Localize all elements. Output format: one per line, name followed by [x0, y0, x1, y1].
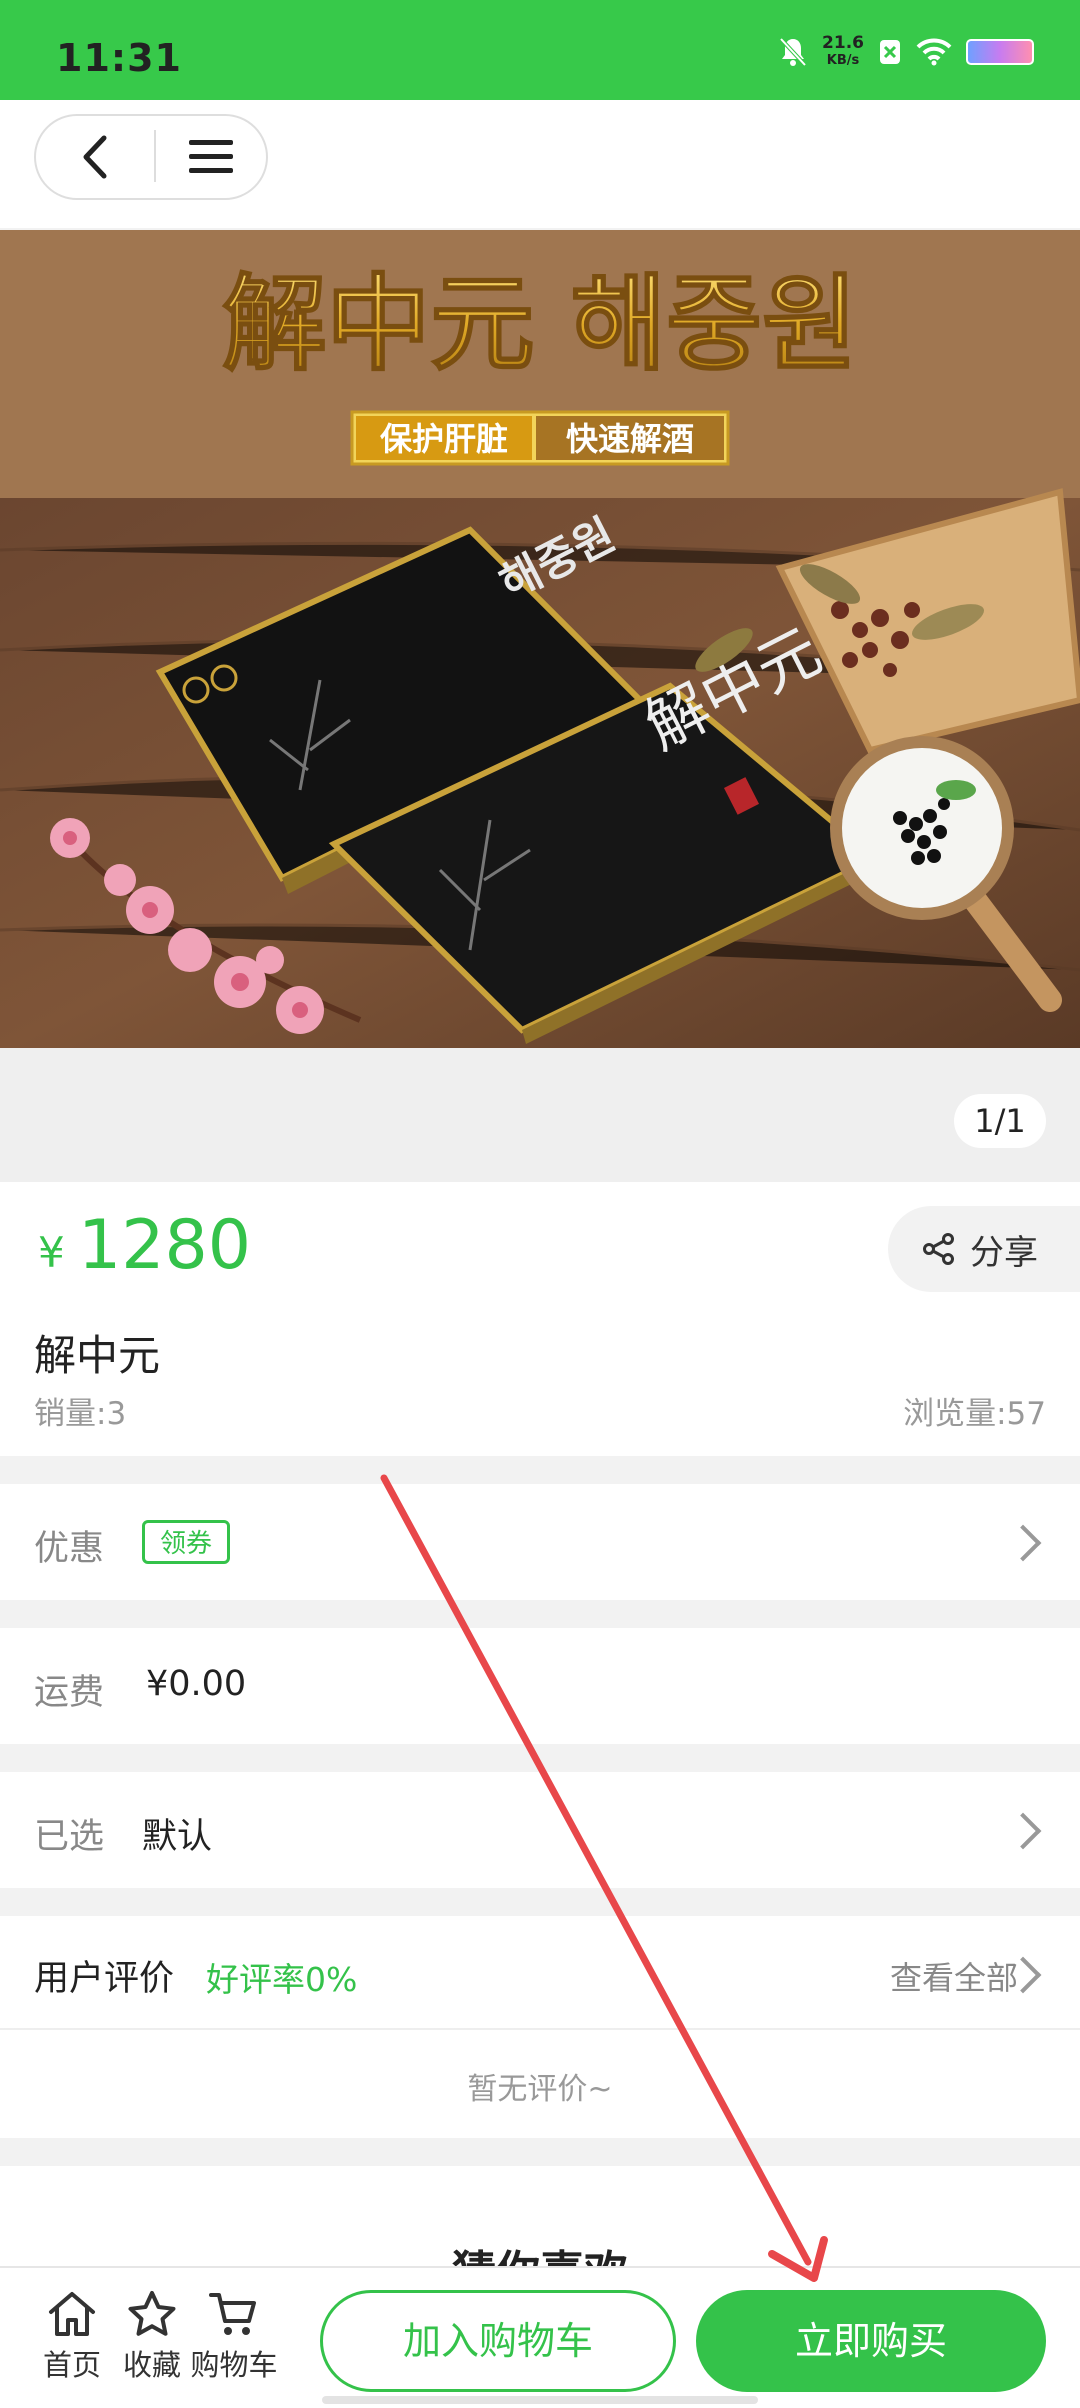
- back-icon[interactable]: [76, 134, 116, 180]
- share-icon: [923, 1233, 954, 1265]
- banner-headline: 解中元 해중원: [222, 263, 857, 385]
- shipping-label: 运费: [34, 1673, 105, 1713]
- net-speed-unit: KB/s: [826, 53, 860, 68]
- tab-cart[interactable]: 购物车: [191, 2290, 278, 2384]
- share-button[interactable]: 分享: [888, 1206, 1080, 1292]
- net-speed: 21.6 KB/s: [822, 34, 864, 70]
- gallery-strip: [0, 1048, 1080, 1182]
- price-currency: ¥: [38, 1228, 65, 1277]
- cart-icon: [209, 2293, 256, 2335]
- status-icons: 21.6 KB/s: [778, 34, 1034, 70]
- home-icon: [49, 2292, 95, 2336]
- sim-off-icon: [880, 40, 900, 64]
- nav-divider: [154, 130, 156, 182]
- view-count: 浏览量:57: [903, 1396, 1046, 1432]
- home-indicator: [322, 2396, 758, 2404]
- shipping-value: ¥0.00: [146, 1664, 247, 1704]
- tab-home-label: 首页: [42, 2348, 101, 2382]
- image-counter: 1/1: [954, 1094, 1046, 1148]
- bell-off-icon: [779, 37, 807, 67]
- coupon-badge[interactable]: 领券: [142, 1520, 230, 1564]
- divider: [0, 2028, 1080, 2030]
- star-icon: [128, 2291, 176, 2336]
- net-speed-value: 21.6: [822, 33, 864, 53]
- tab-home[interactable]: 首页: [34, 2290, 110, 2384]
- view-all-reviews-link[interactable]: 查看全部: [890, 1953, 1018, 1999]
- add-to-cart-button[interactable]: 加入购物车: [320, 2290, 676, 2392]
- status-time: 11:31: [56, 36, 182, 80]
- wifi-icon: [916, 38, 952, 66]
- reviews-title: 用户评价: [34, 1959, 175, 1999]
- reviews-empty-text: 暂无评价~: [467, 2072, 613, 2107]
- tab-cart-label: 购物车: [190, 2348, 278, 2382]
- battery-icon: [966, 39, 1034, 65]
- selected-value: 默认: [142, 1817, 213, 1857]
- tab-favorite-label: 收藏: [122, 2348, 181, 2382]
- product-name: 解中元: [34, 1331, 161, 1380]
- menu-icon[interactable]: [186, 136, 236, 178]
- sales-count: 销量:3: [34, 1396, 127, 1432]
- tab-favorite[interactable]: 收藏: [114, 2290, 190, 2384]
- price-value: 1280: [78, 1206, 252, 1285]
- reviews-rate: 好评率0%: [206, 1960, 358, 1999]
- banner-tag-right: 快速解酒: [566, 420, 694, 458]
- product-image[interactable]: 解中元 해중원 保护肝脏 快速解酒 해중원 解中元: [0, 230, 1080, 1050]
- selected-label: 已选: [34, 1817, 105, 1857]
- share-label: 分享: [970, 1232, 1038, 1273]
- buy-now-button[interactable]: 立即购买: [696, 2290, 1046, 2392]
- banner-tag-left: 保护肝脏: [380, 420, 508, 458]
- discount-label: 优惠: [34, 1529, 105, 1569]
